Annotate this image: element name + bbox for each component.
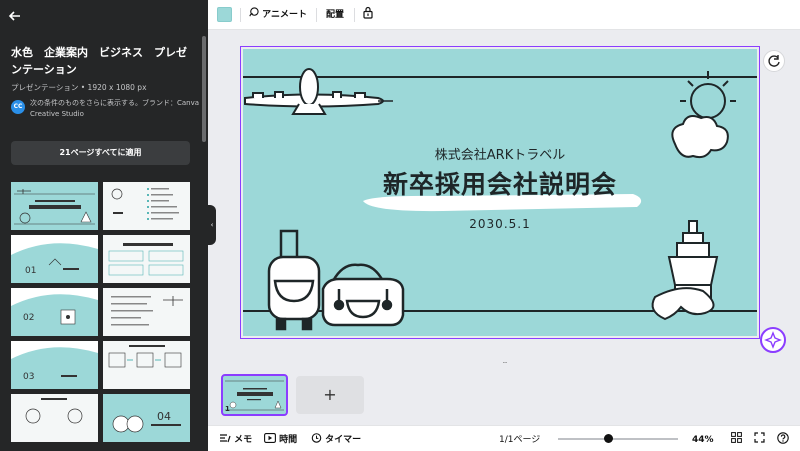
help-icon: [777, 432, 789, 444]
editor-toolbar: アニメート 配置: [208, 0, 800, 30]
template-title: 水色 企業案内 ビジネス プレゼンテーション: [11, 46, 187, 76]
template-page-thumbnail[interactable]: 03: [11, 341, 98, 389]
collapse-sidebar-handle[interactable]: ‹: [208, 205, 216, 245]
svg-text:02: 02: [23, 313, 34, 323]
toolbar-divider: [354, 8, 355, 22]
arrange-button[interactable]: 配置: [326, 6, 344, 24]
timer-label: タイマー: [325, 435, 362, 445]
page-number: 1: [225, 405, 230, 413]
add-page-button[interactable]: +: [296, 376, 364, 414]
arrow-left-icon: [8, 11, 20, 21]
template-page-thumbnail[interactable]: [103, 235, 190, 283]
grid-icon: [731, 432, 742, 443]
template-page-thumbnail[interactable]: [103, 288, 190, 336]
brand-avatar: CC: [11, 100, 25, 114]
chevron-left-icon: ‹: [210, 221, 214, 229]
notes-label: メモ: [234, 435, 253, 445]
zoom-slider[interactable]: [558, 438, 678, 440]
page-thumbnail-1[interactable]: 1: [221, 374, 288, 416]
apply-all-pages-button[interactable]: 21ページすべてに適用: [11, 141, 190, 165]
refresh-layout-button[interactable]: [763, 50, 785, 72]
slide-date[interactable]: 2030.5.1: [243, 217, 757, 231]
refresh-icon: [768, 55, 780, 67]
page-indicator[interactable]: 1/1ページ: [499, 432, 540, 448]
zoom-value[interactable]: 44%: [692, 432, 714, 448]
suitcase-illustration: [267, 229, 321, 331]
timer-icon: [311, 433, 322, 443]
slide-canvas[interactable]: 株式会社ARKトラベル 新卒採用会社説明会 2030.5.1: [243, 49, 757, 336]
template-meta: プレゼンテーション • 1920 x 1080 px: [11, 83, 147, 92]
background-color-swatch[interactable]: [217, 7, 232, 22]
template-page-thumbnail[interactable]: [103, 182, 190, 230]
sparkle-icon: [764, 331, 782, 349]
timing-label: 時間: [279, 435, 298, 445]
svg-text:01: 01: [25, 266, 36, 276]
timing-button[interactable]: 時間: [264, 432, 297, 448]
brand-link[interactable]: 次の条件のものをさらに表示する。ブランド：Canva Creative Stud…: [30, 98, 200, 119]
template-page-thumbnail[interactable]: [103, 341, 190, 389]
svg-text:04: 04: [157, 410, 171, 423]
sidebar-scrollbar[interactable]: [202, 36, 206, 142]
animate-icon: [249, 7, 259, 17]
back-button[interactable]: [8, 8, 28, 28]
toolbar-divider: [316, 8, 317, 22]
lock-icon: [363, 6, 373, 19]
svg-text:03: 03: [23, 372, 34, 382]
ship-illustration: [651, 220, 719, 321]
animate-label: アニメート: [262, 10, 307, 20]
slide-title[interactable]: 新卒採用会社説明会: [243, 165, 757, 201]
help-button[interactable]: [777, 432, 789, 448]
animate-button[interactable]: アニメート: [248, 6, 307, 24]
plus-icon: +: [323, 385, 337, 404]
editor-footer: メモ 時間 タイマー 1/1ページ 44%: [208, 425, 800, 451]
notes-icon: [220, 434, 231, 443]
fullscreen-button[interactable]: [754, 432, 765, 448]
template-page-thumbnail[interactable]: 02: [11, 288, 98, 336]
airplane-illustration: [244, 68, 384, 115]
fullscreen-icon: [754, 432, 765, 443]
play-icon: [264, 433, 276, 443]
template-page-thumbnail[interactable]: 04: [103, 394, 190, 442]
grid-view-button[interactable]: [731, 432, 742, 448]
template-page-thumbnail[interactable]: [11, 394, 98, 442]
toolbar-divider: [240, 8, 241, 22]
magic-assistant-button[interactable]: [760, 327, 786, 353]
template-page-thumbnail[interactable]: 01: [11, 235, 98, 283]
slide-company-name[interactable]: 株式会社ARKトラベル: [243, 144, 757, 163]
timer-button[interactable]: タイマー: [311, 432, 361, 448]
notes-button[interactable]: メモ: [219, 432, 252, 448]
lock-button[interactable]: [362, 6, 376, 24]
zoom-slider-knob[interactable]: [603, 434, 613, 443]
template-sidebar: 水色 企業案内 ビジネス プレゼンテーション プレゼンテーション • 1920 …: [0, 0, 208, 451]
bag-illustration: [321, 263, 405, 327]
brand-row[interactable]: CC 次の条件のものをさらに表示する。ブランド：Canva Creative S…: [11, 98, 201, 120]
template-page-thumbnail[interactable]: [11, 182, 98, 230]
